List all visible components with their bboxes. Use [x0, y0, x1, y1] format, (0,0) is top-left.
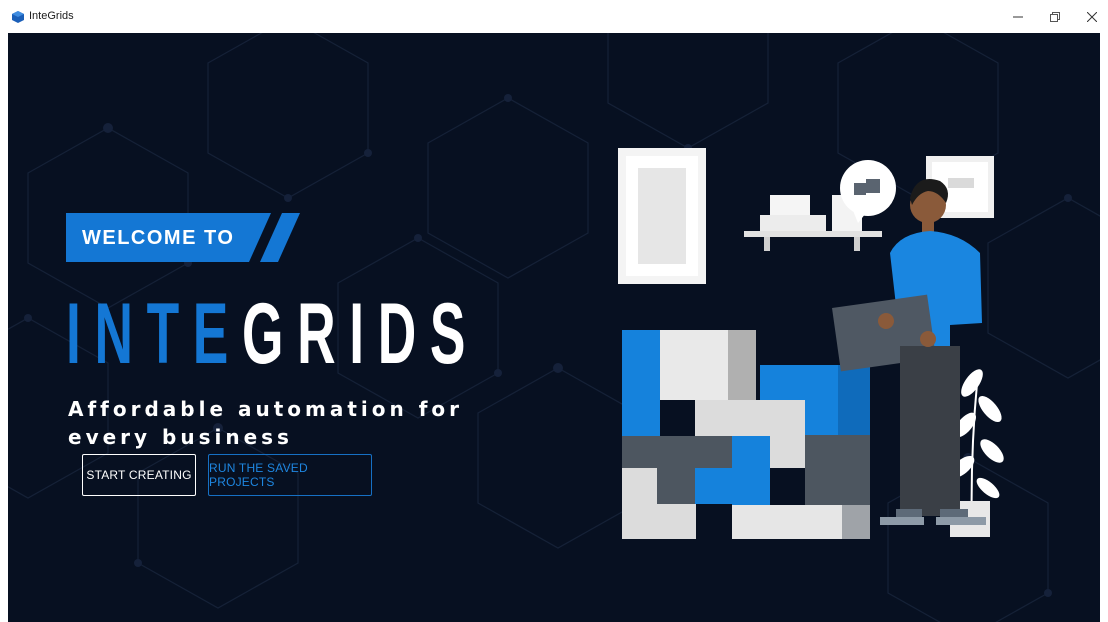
start-creating-button[interactable]: START CREATING [82, 454, 196, 496]
close-icon [1087, 11, 1097, 22]
tagline: Affordable automation for every business [68, 397, 464, 449]
minimize-button[interactable] [1000, 0, 1036, 33]
hero-canvas: WELCOME TO INTEGRIDS Affordable automati… [8, 33, 1100, 622]
hero-illustration [618, 148, 1004, 539]
brand-title-part2: GRIDS [242, 286, 480, 382]
brand-title: INTEGRIDS [66, 291, 479, 377]
maximize-icon [1050, 11, 1060, 22]
welcome-label: WELCOME TO [82, 227, 235, 249]
run-saved-projects-button[interactable]: RUN THE SAVED PROJECTS [208, 454, 372, 496]
close-button[interactable] [1074, 0, 1108, 33]
brand-title-part1: INTE [66, 286, 243, 382]
minimize-icon [1013, 16, 1023, 17]
app-logo-icon [12, 11, 24, 23]
window-title: InteGrids [29, 10, 74, 22]
maximize-button[interactable] [1037, 0, 1073, 33]
title-bar: InteGrids [0, 0, 1108, 33]
